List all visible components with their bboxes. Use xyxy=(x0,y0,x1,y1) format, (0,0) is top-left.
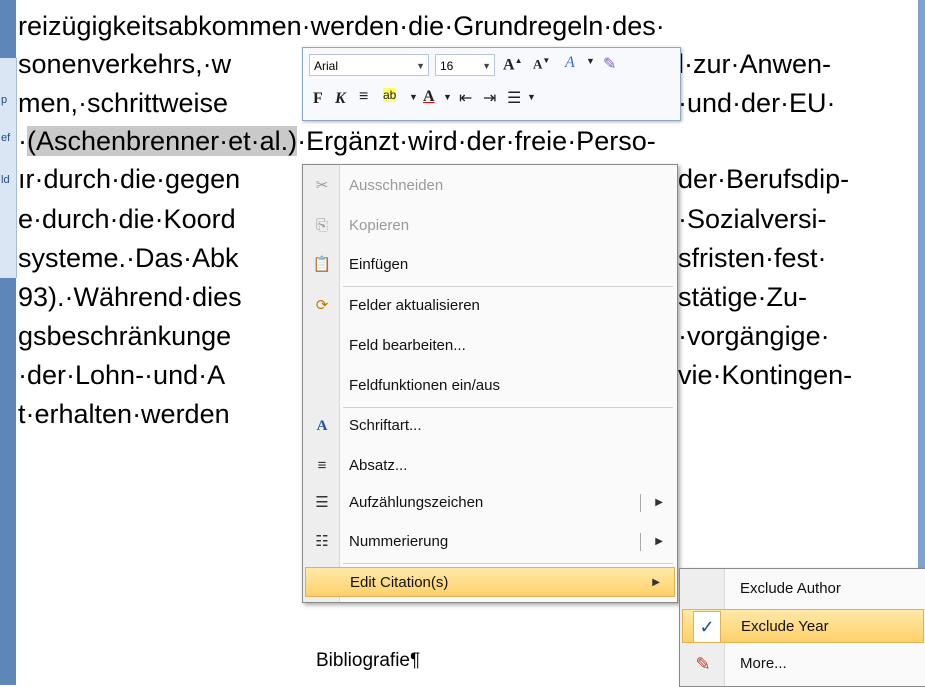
menu-item-label: Feld bearbeiten... xyxy=(349,337,466,354)
submenu-item-exclude-author[interactable]: Exclude Author xyxy=(680,572,925,606)
doc-line: ·(Aschenbrenner·et·al.)·Ergänzt·wird·der… xyxy=(18,126,656,156)
font-size-combo[interactable]: 16 ▼ xyxy=(435,54,495,76)
menu-separator xyxy=(343,286,673,287)
submenu-item-more[interactable]: ✎ More... xyxy=(680,647,925,681)
bullets-icon[interactable]: ☰ xyxy=(507,88,521,108)
menu-item-label: Einfügen xyxy=(349,256,409,273)
highlight-icon[interactable]: ab xyxy=(383,88,397,102)
menu-item-paste[interactable]: 📋 Einfügen xyxy=(303,250,677,280)
styles-icon[interactable]: A xyxy=(565,54,575,72)
font-color-icon[interactable]: A xyxy=(423,88,435,106)
format-painter-icon[interactable]: ✎ xyxy=(603,54,616,74)
menu-item-label: Nummerierung xyxy=(349,533,449,550)
chevron-down-icon[interactable]: ▼ xyxy=(527,92,536,102)
menu-item-paragraph[interactable]: ≡ Absatz... xyxy=(303,451,677,481)
doc-line: gsbeschränkunge ·vorgängige· xyxy=(18,321,830,351)
checkmark-icon: ✓ xyxy=(693,611,721,643)
doc-line: ·der·Lohn-·und·A vie·Kontingen- xyxy=(18,360,853,390)
chevron-down-icon[interactable]: ▼ xyxy=(443,92,452,102)
mini-toolbar: Arial ▼ 16 ▼ A▲ A▼ A ▼ ✎ F K ≡ ab ▼ A ▼ ⇤ … xyxy=(302,47,681,121)
submenu-item-label: Exclude Author xyxy=(740,580,841,597)
doc-line: sonenverkehrs,·w l·zur·Anwen- xyxy=(18,49,832,79)
font-size-value: 16 xyxy=(440,59,454,73)
chevron-right-icon: ▶ xyxy=(655,497,663,508)
increase-indent-icon[interactable]: ⇥ xyxy=(483,88,496,108)
doc-line: reizügigkeitsabkommen·werden·die·Grundre… xyxy=(18,11,665,41)
bold-button[interactable]: F xyxy=(313,90,323,108)
menu-item-label: Feldfunktionen ein/aus xyxy=(349,377,500,394)
citation-field[interactable]: (Aschenbrenner·et·al.) xyxy=(27,126,298,156)
doc-line: ır·durch·die·gegen der·Berufsdip- xyxy=(18,164,850,194)
menu-item-edit-field[interactable]: Feld bearbeiten... xyxy=(303,331,677,361)
doc-line: 93).·Während·dies stätige·Zu- xyxy=(18,282,808,312)
font-name-combo[interactable]: Arial ▼ xyxy=(309,54,429,76)
menu-item-update-fields[interactable]: ⟳ Felder aktualisieren xyxy=(303,291,677,321)
menu-item-numbering[interactable]: ☷ Nummerierung ▶ xyxy=(303,527,677,557)
paragraph-icon: ≡ xyxy=(317,457,327,474)
numbering-icon: ☷ xyxy=(315,533,329,550)
menu-item-label: Felder aktualisieren xyxy=(349,297,480,314)
menu-item-font[interactable]: A Schriftart... xyxy=(303,411,677,441)
navigation-pane-strip: p ef ld xyxy=(0,58,17,278)
menu-item-label: Absatz... xyxy=(349,457,408,474)
edit-pencil-icon: ✎ xyxy=(695,654,711,674)
center-align-icon[interactable]: ≡ xyxy=(359,88,368,106)
menu-separator xyxy=(343,563,673,564)
menu-item-label: Schriftart... xyxy=(349,417,422,434)
menu-item-bullets[interactable]: ☰ Aufzählungszeichen ▶ xyxy=(303,488,677,518)
copy-icon: ⎘ xyxy=(315,217,328,234)
menu-item-label: Kopieren xyxy=(349,217,410,234)
italic-button[interactable]: K xyxy=(335,90,346,108)
menu-item-cut[interactable]: ✂ Ausschneiden xyxy=(303,171,677,201)
chevron-down-icon[interactable]: ▼ xyxy=(482,55,491,77)
chevron-down-icon[interactable]: ▼ xyxy=(409,92,418,102)
grow-font-icon[interactable]: A▲ xyxy=(503,56,522,74)
bibliography-heading: Bibliografie¶ xyxy=(316,650,421,671)
split-divider xyxy=(640,533,641,551)
doc-line: t·erhalten·werden xyxy=(18,399,230,429)
decrease-indent-icon[interactable]: ⇤ xyxy=(459,88,472,108)
submenu-item-label: More... xyxy=(740,655,787,672)
menu-item-label: Ausschneiden xyxy=(349,177,444,194)
chevron-right-icon: ▶ xyxy=(655,536,663,547)
menu-item-toggle-field-codes[interactable]: Feldfunktionen ein/aus xyxy=(303,371,677,401)
chevron-right-icon: ▶ xyxy=(652,577,660,588)
chevron-down-icon[interactable]: ▼ xyxy=(416,55,425,77)
submenu-item-label: Exclude Year xyxy=(741,618,829,635)
chevron-down-icon[interactable]: ▼ xyxy=(586,56,595,66)
menu-item-label: Aufzählungszeichen xyxy=(349,494,484,511)
font-name-value: Arial xyxy=(314,59,339,73)
edit-citation-submenu: Exclude Author ✓ Exclude Year ✎ More... xyxy=(679,568,925,687)
submenu-item-exclude-year[interactable]: ✓ Exclude Year xyxy=(682,609,924,643)
menu-item-edit-citations[interactable]: Edit Citation(s) ▶ xyxy=(305,567,675,597)
paste-icon: 📋 xyxy=(312,256,332,273)
doc-line: e·durch·die·Koord ·Sozialversi- xyxy=(18,204,827,234)
bullets-icon: ☰ xyxy=(315,494,329,511)
nav-fragment: ld xyxy=(1,174,10,186)
shrink-font-icon[interactable]: A▼ xyxy=(533,56,550,72)
font-icon: A xyxy=(316,418,328,434)
doc-line: men,·schrittweise ·und·der·EU· xyxy=(18,88,836,118)
context-menu: ✂ Ausschneiden ⎘ Kopieren 📋 Einfügen ⟳ F… xyxy=(302,164,678,603)
split-divider xyxy=(640,494,641,512)
doc-line: systeme.·Das·Abk sfristen·fest· xyxy=(18,243,827,273)
menu-item-label: Edit Citation(s) xyxy=(350,574,449,591)
menu-item-copy[interactable]: ⎘ Kopieren xyxy=(303,211,677,241)
scissors-icon: ✂ xyxy=(315,177,329,194)
update-fields-icon: ⟳ xyxy=(315,297,329,314)
nav-fragment: ef xyxy=(1,132,11,144)
nav-fragment: p xyxy=(1,94,8,106)
menu-separator xyxy=(343,407,673,408)
